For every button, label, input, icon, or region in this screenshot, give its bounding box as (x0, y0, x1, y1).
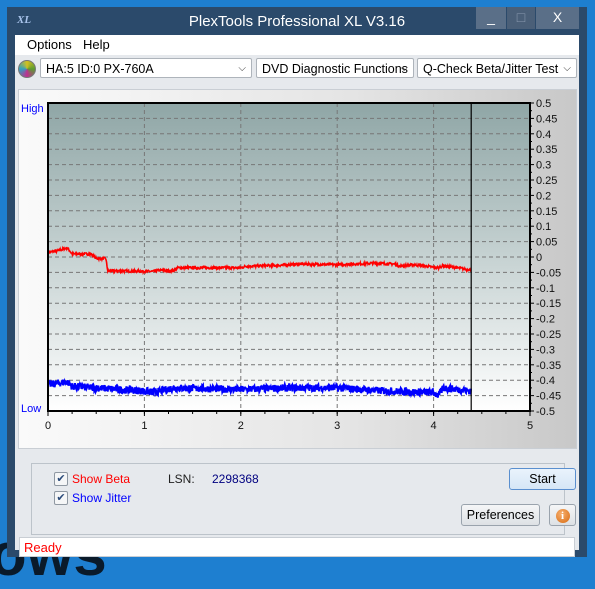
show-jitter-label[interactable]: Show Jitter (72, 491, 131, 505)
function-select[interactable]: DVD Diagnostic Functions ⌵ (256, 58, 414, 78)
lsn-value: 2298368 (212, 472, 259, 486)
app-window: XL PlexTools Professional XL V3.16 _ □ X… (7, 7, 587, 557)
minimize-button[interactable]: _ (476, 7, 506, 29)
y-tick-label: -0.4 (536, 375, 555, 387)
menu-options[interactable]: Options (27, 37, 72, 52)
y-tick-label: 0.45 (536, 113, 557, 125)
controls-panel: ✔ Show Beta ✔ Show Jitter LSN: 2298368 S… (31, 463, 576, 535)
title-bar: XL PlexTools Professional XL V3.16 _ □ X (7, 7, 587, 35)
y-tick-label: 0.4 (536, 129, 551, 141)
show-jitter-checkbox[interactable]: ✔ (54, 491, 68, 505)
high-label: High (21, 103, 44, 115)
chevron-down-icon: ⌵ (400, 63, 408, 74)
y-tick-label: -0.45 (536, 391, 561, 403)
y-tick-label: 0 (536, 252, 542, 264)
menu-bar: Options Help (15, 35, 579, 55)
x-tick-label: 0 (45, 420, 51, 432)
x-tick-label: 5 (527, 420, 533, 432)
x-tick-label: 3 (334, 420, 340, 432)
drive-select[interactable]: HA:5 ID:0 PX-760A ⌵ (40, 58, 252, 78)
y-tick-label: -0.1 (536, 283, 555, 295)
y-tick-label: 0.3 (536, 160, 551, 172)
y-tick-label: -0.3 (536, 344, 555, 356)
y-tick-label: -0.15 (536, 298, 561, 310)
y-tick-label: 0.5 (536, 98, 551, 110)
x-tick-label: 4 (431, 420, 437, 432)
test-select-value: Q-Check Beta/Jitter Test (423, 62, 559, 76)
y-tick-label: 0.25 (536, 175, 557, 187)
y-tick-label: 0.2 (536, 190, 551, 202)
y-tick-label: -0.25 (536, 329, 561, 341)
low-label: Low (21, 403, 41, 415)
y-tick-label: -0.2 (536, 314, 555, 326)
y-tick-label: -0.05 (536, 267, 561, 279)
close-button[interactable]: X (536, 7, 579, 29)
status-bar: Ready (19, 537, 575, 557)
x-tick-label: 2 (238, 420, 244, 432)
disc-icon (18, 60, 36, 78)
y-tick-label: 0.35 (536, 144, 557, 156)
info-button[interactable]: i (549, 504, 576, 526)
y-tick-label: 0.1 (536, 221, 551, 233)
function-select-value: DVD Diagnostic Functions (262, 62, 408, 76)
start-button[interactable]: Start (509, 468, 576, 490)
y-tick-label: 0.15 (536, 206, 557, 218)
chevron-down-icon: ⌵ (563, 63, 571, 74)
show-beta-checkbox[interactable]: ✔ (54, 472, 68, 486)
maximize-button[interactable]: □ (507, 7, 535, 29)
chart-panel: High Low 0.5 0.45 0.4 0.35 0.3 0.25 0.2 0.15 0.1… (18, 89, 577, 449)
show-beta-label[interactable]: Show Beta (72, 472, 130, 486)
y-tick-label: 0.05 (536, 237, 557, 249)
drive-select-value: HA:5 ID:0 PX-760A (46, 62, 154, 76)
x-tick-label: 1 (141, 420, 147, 432)
y-tick-label: -0.5 (536, 406, 555, 418)
beta-jitter-chart: High Low 0.50.450.40.350.30.250.20.150.1… (21, 98, 561, 432)
info-icon: i (555, 509, 570, 523)
y-tick-label: -0.35 (536, 360, 561, 372)
client-area: HA:5 ID:0 PX-760A ⌵ DVD Diagnostic Functi… (15, 55, 579, 557)
chevron-down-icon: ⌵ (238, 63, 246, 74)
menu-help[interactable]: Help (83, 37, 110, 52)
test-select[interactable]: Q-Check Beta/Jitter Test ⌵ (417, 58, 577, 78)
preferences-button[interactable]: Preferences (461, 504, 540, 526)
lsn-label: LSN: (168, 472, 195, 486)
